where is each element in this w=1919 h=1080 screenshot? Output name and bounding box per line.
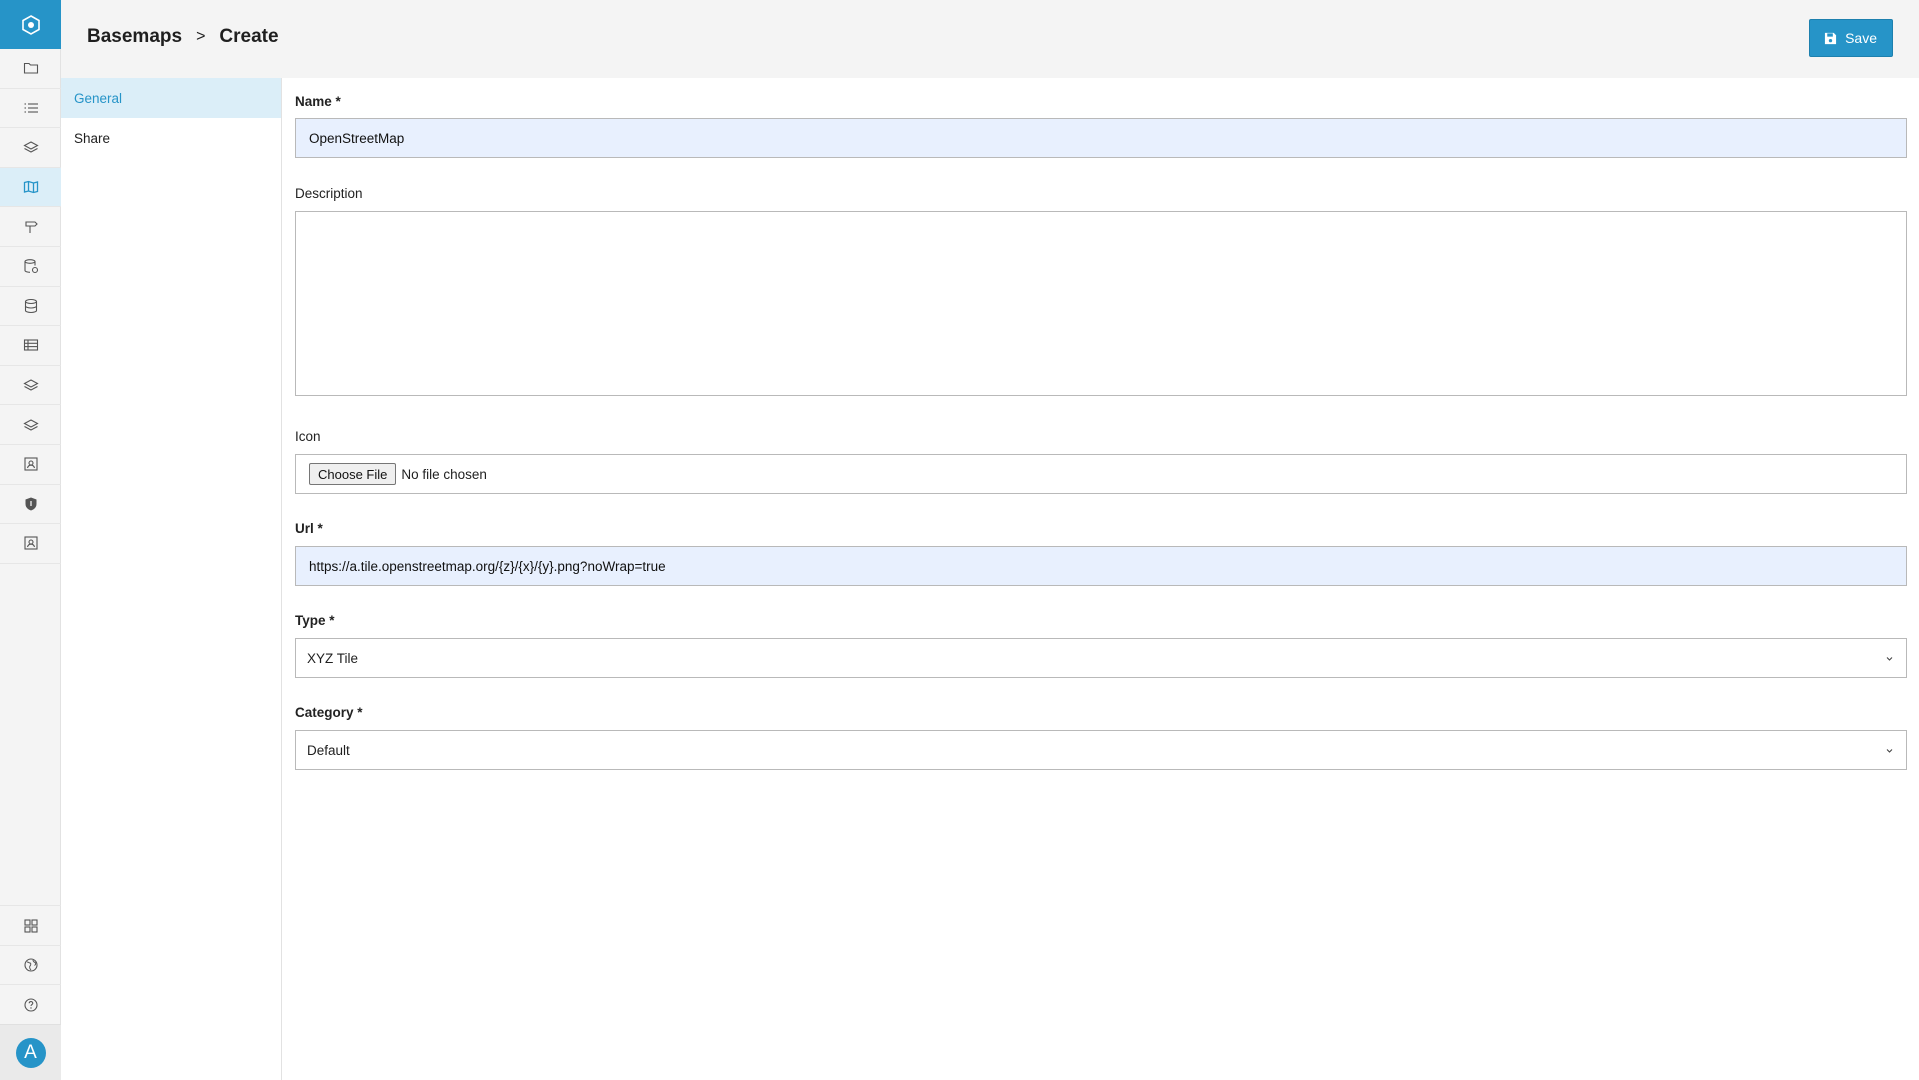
save-button[interactable]: Save — [1809, 19, 1893, 57]
floppy-disk-icon — [1825, 32, 1837, 44]
chevron-down-icon — [1886, 748, 1893, 753]
shield-icon[interactable] — [0, 485, 61, 525]
subnav-item-general[interactable]: General — [61, 78, 281, 118]
url-field: Url * — [295, 521, 323, 536]
name-input[interactable]: OpenStreetMap — [295, 118, 1907, 158]
url-label: Url * — [295, 521, 323, 536]
database-stack-icon[interactable] — [0, 247, 61, 287]
contact-card-icon[interactable] — [0, 524, 61, 564]
breadcrumb-current: Create — [219, 26, 279, 47]
file-status: No file chosen — [401, 466, 487, 482]
layers-icon[interactable] — [0, 405, 61, 445]
choose-file-button[interactable]: Choose File — [309, 463, 397, 485]
page-header: Basemaps > Create Save — [61, 0, 1919, 78]
signpost-icon[interactable] — [0, 207, 61, 247]
type-field: Type * — [295, 613, 335, 628]
category-selected-value: Default — [307, 742, 350, 758]
name-label: Name * — [295, 94, 341, 109]
layers-icon[interactable] — [0, 366, 61, 406]
category-field: Category * — [295, 705, 363, 720]
breadcrumb-separator: > — [196, 28, 206, 45]
description-label: Description — [295, 186, 363, 201]
icon-field: Icon — [295, 429, 321, 444]
category-select[interactable]: Default — [295, 730, 1907, 770]
category-label: Category * — [295, 705, 363, 720]
table-icon[interactable] — [0, 326, 61, 366]
database-icon[interactable] — [0, 287, 61, 327]
layers-icon[interactable] — [0, 128, 61, 168]
list-icon[interactable] — [0, 89, 61, 129]
folder-icon[interactable] — [0, 49, 61, 89]
icon-label: Icon — [295, 429, 321, 444]
description-field: Description — [295, 186, 363, 201]
user-menu[interactable]: A — [0, 1024, 61, 1080]
help-icon[interactable] — [0, 984, 61, 1024]
icon-file-input: Choose File No file chosen — [295, 454, 1907, 494]
contact-card-icon[interactable] — [0, 445, 61, 485]
app-rail: A — [0, 0, 61, 1080]
breadcrumb: Basemaps > Create — [87, 26, 279, 48]
breadcrumb-root[interactable]: Basemaps — [87, 26, 182, 48]
chevron-down-icon — [1886, 656, 1893, 661]
type-label: Type * — [295, 613, 335, 628]
subnav-item-share[interactable]: Share — [61, 118, 281, 158]
hexagon-logo-icon[interactable] — [0, 0, 61, 49]
type-selected-value: XYZ Tile — [307, 650, 359, 666]
name-field: Name * — [295, 94, 341, 109]
grid-icon[interactable] — [0, 905, 61, 945]
save-button-label: Save — [1845, 30, 1877, 46]
description-textarea[interactable] — [295, 211, 1907, 396]
type-select[interactable]: XYZ Tile — [295, 638, 1907, 678]
map-icon[interactable] — [0, 167, 61, 208]
section-nav: General Share — [61, 78, 282, 1080]
avatar[interactable]: A — [15, 1037, 46, 1068]
url-input[interactable]: https://a.tile.openstreetmap.org/{z}/{x}… — [295, 546, 1907, 586]
globe-icon[interactable] — [0, 944, 61, 985]
